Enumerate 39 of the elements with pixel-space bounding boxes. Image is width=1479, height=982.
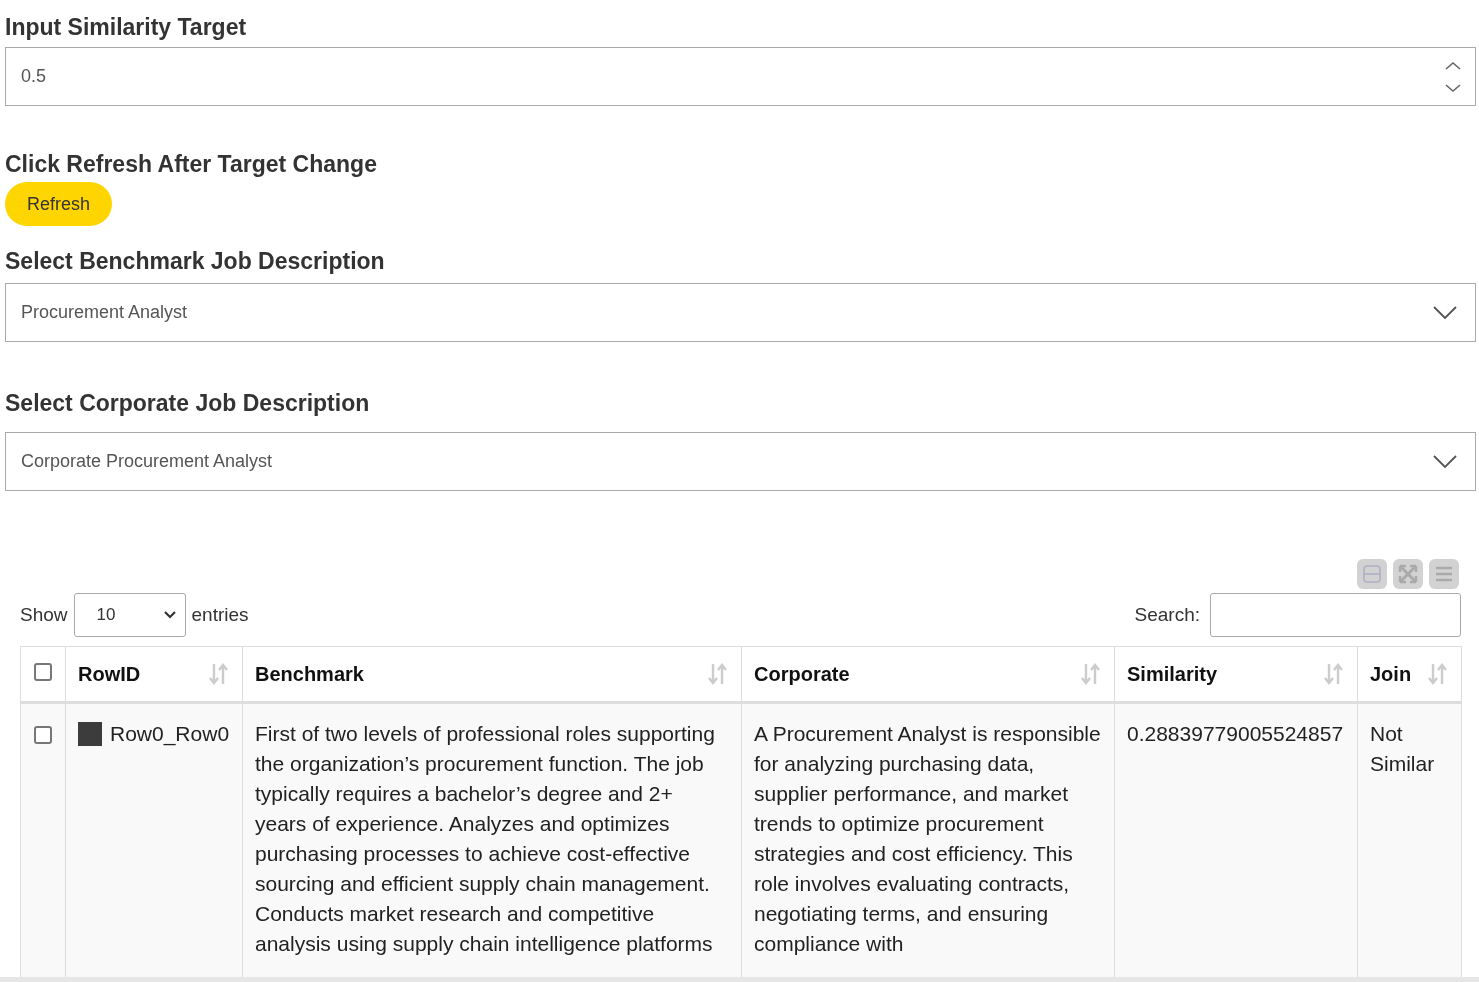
table-cell: 0.28839779005524857 [1127,722,1344,745]
chevron-down-icon [1433,305,1457,320]
table-cell: A Procurement Analyst is responsible for analyzing purchasing data, supplier performance, and market trends to optimize procurement strategies and cost efficiency. This role involves evaluating contracts, negotiating terms, and ensuring compliance with [754,722,1101,955]
menu-icon[interactable] [1429,559,1459,589]
select-value: 10 [96,604,116,627]
column-header[interactable]: RowID [78,659,141,689]
number-field[interactable]: 0.5 [5,47,1476,106]
sort-icon[interactable] [208,662,230,686]
refresh-button[interactable]: Refresh [5,182,113,226]
field-label: Select Benchmark Job Description [5,247,386,276]
sort-icon[interactable] [707,662,729,686]
sort-icon[interactable] [1427,662,1449,686]
column-header[interactable]: Corporate [754,659,850,689]
checkbox[interactable] [34,663,52,681]
dropdown[interactable]: Corporate Procurement Analyst [5,432,1476,491]
collapse-icon[interactable] [1357,559,1387,589]
dropdown-value: Procurement Analyst [21,301,188,324]
expand-icon[interactable] [1393,559,1423,589]
sort-icon[interactable] [1323,662,1345,686]
field-value: 0.5 [21,65,47,88]
show-label: Show [20,602,68,627]
section-label: Click Refresh After Target Change [5,150,378,179]
entries-select[interactable]: 10 [73,593,186,637]
search-field[interactable] [1210,593,1461,637]
dropdown-value: Corporate Procurement Analyst [21,450,273,473]
field-label: Select Corporate Job Description [5,389,371,418]
entries-label: entries [191,602,249,627]
column-header[interactable]: Benchmark [255,659,364,689]
sort-icon[interactable] [1080,662,1102,686]
checkbox[interactable] [34,726,52,744]
search-label: Search: [1134,602,1200,627]
chevron-down-icon [162,610,177,620]
column-header[interactable]: Similarity [1127,659,1218,689]
field-label: Input Similarity Target [5,13,248,42]
table-cell-text: Row0_Row0 [110,721,230,748]
dropdown[interactable]: Procurement Analyst [5,283,1476,342]
table-cell: Not Similar [1370,722,1435,775]
table-cell: First of two levels of professional roles supporting the organization’s procurement function. The job typically requires a bachelor’s degree and 2+ years of experience. Analyzes and optimizes purchasing processes to achieve cost-effective sourcing and efficient supply chain management. Conducts market research and competitive analysis using supply chain intelligence platforms [255,722,715,955]
chevron-down-icon [1433,454,1457,469]
